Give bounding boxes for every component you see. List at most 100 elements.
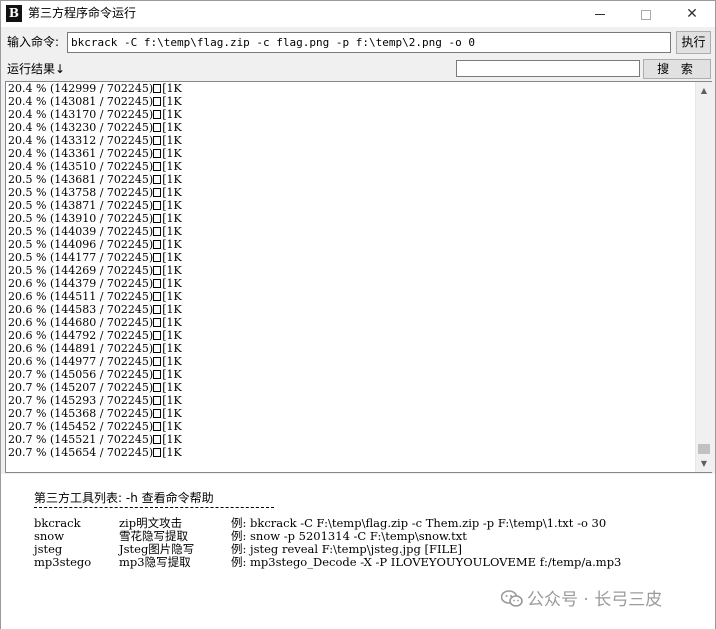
- maximize-button[interactable]: [623, 1, 669, 27]
- tool-row: mp3stego mp3隐写提取 例: mp3stego_Decode -X -…: [34, 556, 704, 569]
- close-button[interactable]: ✕: [669, 1, 715, 27]
- output-line-suffix: [1K: [162, 173, 182, 186]
- output-line-suffix: [1K: [162, 108, 182, 121]
- tool-name: mp3stego: [34, 555, 92, 569]
- output-area[interactable]: 20.4 % (142999 / 702245) [1K 20.4 % (14308…: [5, 81, 712, 473]
- missing-glyph-icon: [153, 188, 162, 197]
- output-line: 20.4 % (142999 / 702245) [1K: [8, 82, 694, 95]
- command-input[interactable]: [67, 32, 671, 53]
- scroll-down-arrow-icon[interactable]: ▼: [696, 455, 712, 472]
- output-line: 20.7 % (145368 / 702245) [1K: [8, 407, 694, 420]
- missing-glyph-icon: [153, 357, 162, 366]
- output-line: 20.7 % (145056 / 702245) [1K: [8, 368, 694, 381]
- output-line: 20.6 % (144680 / 702245) [1K: [8, 316, 694, 329]
- missing-glyph-icon: [153, 214, 162, 223]
- output-line-suffix: [1K: [162, 238, 182, 251]
- output-line-text: 20.6 % (144583 / 702245): [8, 303, 154, 316]
- output-line-suffix: [1K: [162, 381, 182, 394]
- output-line-text: 20.5 % (143871 / 702245): [8, 199, 154, 212]
- output-line: 20.7 % (145452 / 702245) [1K: [8, 420, 694, 433]
- output-line-text: 20.7 % (145521 / 702245): [8, 433, 154, 446]
- output-scrollbar[interactable]: ▲ ▼: [695, 82, 712, 472]
- output-line-text: 20.5 % (143758 / 702245): [8, 186, 154, 199]
- output-line-suffix: [1K: [162, 303, 182, 316]
- app-window: B 第三方程序命令运行 ✕ 输入命令: 执行 运行结果↓ 搜 索 20.4 % …: [0, 0, 716, 629]
- output-line-suffix: [1K: [162, 134, 182, 147]
- output-line-suffix: [1K: [162, 147, 182, 160]
- results-label: 运行结果↓: [7, 62, 66, 76]
- output-line-text: 20.4 % (143510 / 702245): [8, 160, 154, 173]
- wechat-icon: [501, 590, 523, 607]
- output-line-text: 20.6 % (144680 / 702245): [8, 316, 154, 329]
- output-line-text: 20.7 % (145368 / 702245): [8, 407, 154, 420]
- search-input[interactable]: [456, 60, 640, 77]
- missing-glyph-icon: [153, 422, 162, 431]
- output-text[interactable]: 20.4 % (142999 / 702245) [1K 20.4 % (14308…: [8, 82, 694, 472]
- output-line: 20.6 % (144511 / 702245) [1K: [8, 290, 694, 303]
- output-line-text: 20.5 % (144269 / 702245): [8, 264, 154, 277]
- output-line: 20.5 % (144177 / 702245) [1K: [8, 251, 694, 264]
- tools-divider: [34, 507, 274, 513]
- output-line: 20.4 % (143510 / 702245) [1K: [8, 160, 694, 173]
- missing-glyph-icon: [153, 110, 162, 119]
- missing-glyph-icon: [153, 175, 162, 184]
- missing-glyph-icon: [153, 292, 162, 301]
- output-line-suffix: [1K: [162, 446, 182, 459]
- title-bar[interactable]: B 第三方程序命令运行 ✕: [1, 1, 715, 27]
- output-line-text: 20.5 % (144096 / 702245): [8, 238, 154, 251]
- output-line-suffix: [1K: [162, 186, 182, 199]
- output-line-suffix: [1K: [162, 420, 182, 433]
- search-button[interactable]: 搜 索: [643, 59, 711, 79]
- output-line: 20.4 % (143361 / 702245) [1K: [8, 147, 694, 160]
- output-line-text: 20.7 % (145654 / 702245): [8, 446, 154, 459]
- maximize-icon: [641, 9, 651, 20]
- missing-glyph-icon: [153, 227, 162, 236]
- output-line-text: 20.5 % (144177 / 702245): [8, 251, 154, 264]
- close-icon: ✕: [686, 6, 698, 22]
- output-line-text: 20.5 % (143681 / 702245): [8, 173, 154, 186]
- run-button[interactable]: 执行: [676, 31, 711, 54]
- missing-glyph-icon: [153, 201, 162, 210]
- output-line: 20.5 % (144096 / 702245) [1K: [8, 238, 694, 251]
- output-line: 20.4 % (143081 / 702245) [1K: [8, 95, 694, 108]
- output-line-suffix: [1K: [162, 251, 182, 264]
- missing-glyph-icon: [153, 84, 162, 93]
- output-line-suffix: [1K: [162, 95, 182, 108]
- output-line-text: 20.6 % (144379 / 702245): [8, 277, 154, 290]
- minimize-icon: [595, 14, 605, 15]
- output-line-suffix: [1K: [162, 160, 182, 173]
- app-icon: B: [6, 5, 22, 22]
- output-line-suffix: [1K: [162, 121, 182, 134]
- minimize-button[interactable]: [577, 1, 623, 27]
- scroll-up-arrow-icon[interactable]: ▲: [696, 82, 712, 99]
- missing-glyph-icon: [153, 383, 162, 392]
- output-line-text: 20.4 % (142999 / 702245): [8, 82, 154, 95]
- output-line: 20.5 % (143910 / 702245) [1K: [8, 212, 694, 225]
- command-label: 输入命令:: [7, 35, 60, 49]
- missing-glyph-icon: [153, 370, 162, 379]
- output-line-suffix: [1K: [162, 316, 182, 329]
- output-line: 20.7 % (145293 / 702245) [1K: [8, 394, 694, 407]
- tools-panel: 第三方工具列表: -h 查看命令帮助 bkcrack zip明文攻击 例: bk…: [1, 474, 715, 629]
- output-line-suffix: [1K: [162, 277, 182, 290]
- missing-glyph-icon: [153, 162, 162, 171]
- watermark-text: 公众号 · 长弓三皮: [527, 590, 663, 610]
- missing-glyph-icon: [153, 136, 162, 145]
- output-line-text: 20.7 % (145207 / 702245): [8, 381, 154, 394]
- output-line: 20.6 % (144977 / 702245) [1K: [8, 355, 694, 368]
- output-line-suffix: [1K: [162, 407, 182, 420]
- missing-glyph-icon: [153, 396, 162, 405]
- output-line: 20.6 % (144891 / 702245) [1K: [8, 342, 694, 355]
- output-line: 20.7 % (145654 / 702245) [1K: [8, 446, 694, 459]
- output-line: 20.6 % (144583 / 702245) [1K: [8, 303, 694, 316]
- output-line: 20.5 % (143681 / 702245) [1K: [8, 173, 694, 186]
- missing-glyph-icon: [153, 97, 162, 106]
- output-line: 20.4 % (143230 / 702245) [1K: [8, 121, 694, 134]
- scroll-thumb[interactable]: [698, 444, 710, 454]
- output-line-text: 20.7 % (145452 / 702245): [8, 420, 154, 433]
- missing-glyph-icon: [153, 344, 162, 353]
- output-line-suffix: [1K: [162, 199, 182, 212]
- output-line-text: 20.6 % (144891 / 702245): [8, 342, 154, 355]
- missing-glyph-icon: [153, 318, 162, 327]
- output-line-text: 20.4 % (143170 / 702245): [8, 108, 154, 121]
